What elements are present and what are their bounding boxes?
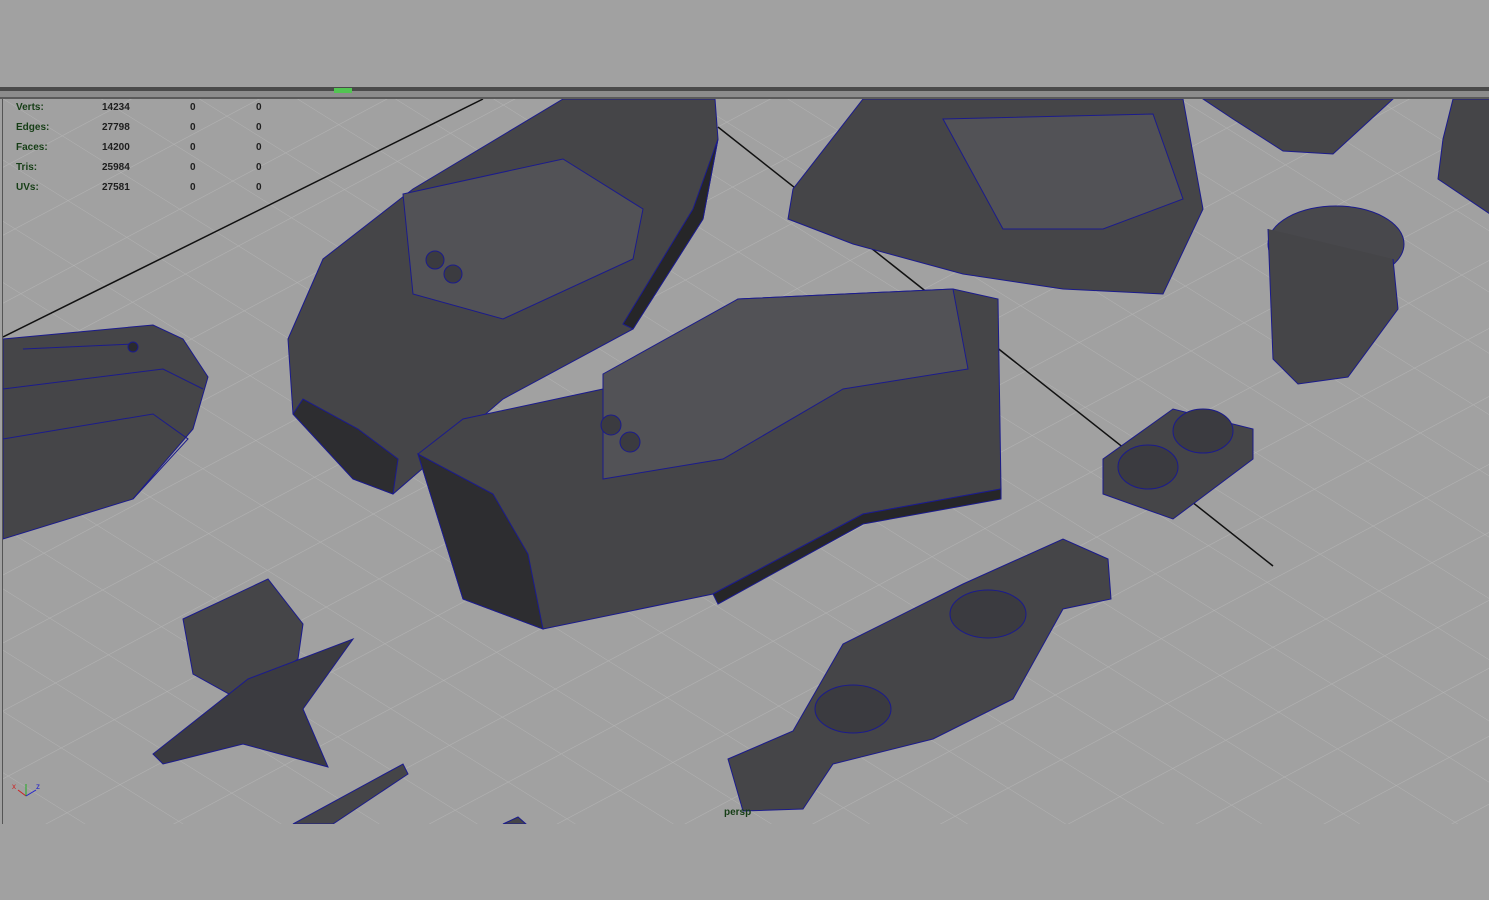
panel-toolbar-sub	[0, 88, 1489, 99]
hud-row-tris: Tris: 25984 0 0	[16, 162, 286, 178]
hud-value: 0	[256, 142, 262, 153]
camera-label: persp	[724, 807, 752, 818]
top-margin	[0, 0, 1489, 87]
hud-value: 0	[190, 182, 196, 193]
hud-value: 25984	[102, 162, 130, 173]
hud-value: 0	[256, 102, 262, 113]
hud-value: 27581	[102, 182, 130, 193]
hud-value: 0	[190, 162, 196, 173]
hud-label: Faces:	[16, 142, 48, 153]
hud-value: 27798	[102, 122, 130, 133]
selection-indicator-icon[interactable]	[334, 88, 352, 93]
hud-value: 0	[256, 122, 262, 133]
hud-label: UVs:	[16, 182, 39, 193]
hud-value: 14234	[102, 102, 130, 113]
hud-value: 0	[190, 102, 196, 113]
hud-label: Edges:	[16, 122, 50, 133]
hud-value: 0	[190, 142, 196, 153]
hud-value: 14200	[102, 142, 130, 153]
hud-label: Verts:	[16, 102, 44, 113]
bottom-margin	[0, 824, 1489, 900]
hud-row-faces: Faces: 14200 0 0	[16, 142, 286, 158]
hud-value: 0	[256, 162, 262, 173]
perspective-viewport[interactable]	[2, 99, 1489, 824]
hud-label: Tris:	[16, 162, 38, 173]
axis-z-label: z	[36, 782, 40, 791]
hud-value: 0	[190, 122, 196, 133]
hud-row-uvs: UVs: 27581 0 0	[16, 182, 286, 198]
hud-row-edges: Edges: 27798 0 0	[16, 122, 286, 138]
axis-x-label: x	[12, 782, 16, 791]
hud-value: 0	[256, 182, 262, 193]
hud-row-verts: Verts: 14234 0 0	[16, 102, 286, 118]
axis-gizmo-icon: x z	[12, 778, 48, 804]
